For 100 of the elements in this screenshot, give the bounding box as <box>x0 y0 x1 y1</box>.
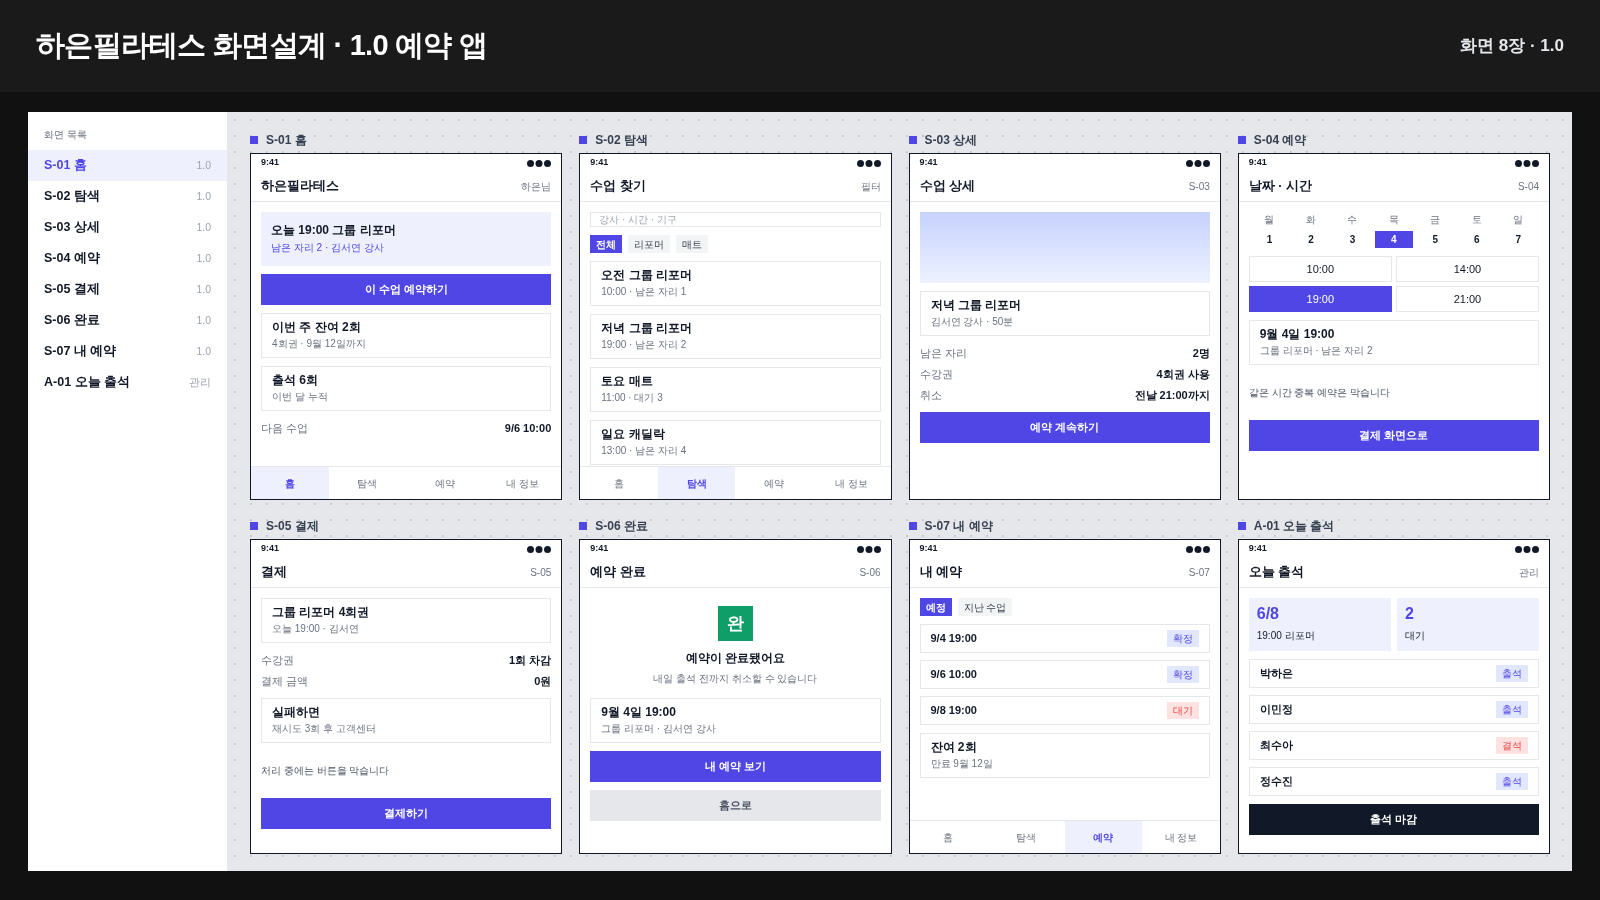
square-icon <box>908 521 917 530</box>
item-label: S-02 탐색 <box>44 188 100 206</box>
search-field[interactable]: 강사 · 시간 · 기구 <box>590 212 881 227</box>
page-meta: 화면 8장 · 1.0 <box>1460 35 1564 58</box>
status-time: 9:41 <box>1248 542 1267 556</box>
status-tag: 출석 <box>1496 665 1528 682</box>
screen-title: 수업 상세 <box>919 178 975 196</box>
note-text: 처리 중에는 버튼을 막습니다 <box>261 764 391 778</box>
list-row[interactable]: 9/6 10:00 확정 <box>919 660 1210 689</box>
time-slot[interactable]: 10:00 <box>1248 256 1392 282</box>
list-row[interactable]: 최수아 결석 <box>1248 731 1539 760</box>
date-cell[interactable]: 7 <box>1499 231 1538 248</box>
time-slot[interactable]: 14:00 <box>1395 256 1539 282</box>
tab-item[interactable]: 예약 <box>1064 821 1143 853</box>
action-button[interactable]: 홈으로 <box>590 790 881 821</box>
tab-item[interactable]: 홈 <box>909 821 988 853</box>
square-icon <box>250 135 258 144</box>
filter-chip[interactable]: 리포머 <box>628 235 671 253</box>
card-subtitle: 10:00 · 남은 자리 1 <box>601 286 688 299</box>
success-title: 예약이 완료됐어요 <box>685 650 786 667</box>
item-label: S-01 홈 <box>44 157 87 175</box>
square-icon <box>1237 521 1246 530</box>
status-time: 9:41 <box>919 156 938 170</box>
header-action[interactable]: S-04 <box>1517 179 1539 194</box>
date-cell[interactable]: 2 <box>1291 231 1330 248</box>
date-cell[interactable]: 1 <box>1250 231 1289 248</box>
header-action[interactable]: S-06 <box>859 565 881 580</box>
header-action[interactable]: 관리 <box>1519 565 1539 580</box>
date-cell[interactable]: 6 <box>1457 231 1496 248</box>
sidebar-item[interactable]: S-06 완료 1.0 <box>28 305 227 336</box>
detail-label: 남은 자리 <box>919 346 967 360</box>
header-action[interactable]: 하은님 <box>521 179 552 194</box>
sidebar-item[interactable]: S-05 결제 1.0 <box>28 274 227 305</box>
date-cell[interactable]: 4 <box>1374 231 1413 248</box>
dots-icon <box>527 159 552 167</box>
row-label: 9/6 10:00 <box>930 667 977 683</box>
screen-label: S-04 예약 <box>1253 133 1307 146</box>
time-slot[interactable]: 19:00 <box>1248 286 1392 312</box>
header-action[interactable]: S-05 <box>530 565 552 580</box>
sidebar-item[interactable]: S-03 상세 1.0 <box>28 212 227 243</box>
tab-item[interactable]: 탐색 <box>987 821 1065 853</box>
list-row[interactable]: 9/8 19:00 대기 <box>919 696 1210 725</box>
action-button[interactable]: 예약 계속하기 <box>919 412 1210 443</box>
item-label: S-07 내 예약 <box>44 343 117 361</box>
tab-item[interactable]: 내 정보 <box>812 467 891 499</box>
list-row[interactable]: 이민정 출석 <box>1248 695 1539 724</box>
sidebar-item[interactable]: S-04 예약 1.0 <box>28 243 227 274</box>
filter-chip[interactable]: 매트 <box>676 235 709 253</box>
tab-item[interactable]: 내 정보 <box>1142 821 1220 853</box>
screen-title: 하은필라테스 <box>261 178 339 196</box>
screen-label: S-01 홈 <box>266 133 307 146</box>
header-action[interactable]: S-07 <box>1188 565 1210 580</box>
date-cell[interactable]: 3 <box>1333 231 1372 248</box>
sidebar-item[interactable]: S-07 내 예약 1.0 <box>28 336 227 367</box>
screen-title: 수업 찾기 <box>590 178 646 196</box>
action-button[interactable]: 내 예약 보기 <box>590 751 881 782</box>
filter-chip[interactable]: 지난 수업 <box>957 598 1013 616</box>
header-action[interactable]: 필터 <box>860 179 881 194</box>
sidebar-item[interactable]: S-01 홈 1.0 <box>28 150 227 181</box>
tab-item[interactable]: 홈 <box>580 467 658 499</box>
status-time: 9:41 <box>1248 156 1267 170</box>
item-version: 1.0 <box>196 188 211 204</box>
action-button[interactable]: 이 수업 예약하기 <box>261 274 552 305</box>
action-button[interactable]: 출석 마감 <box>1248 804 1539 835</box>
screen-title: 예약 완료 <box>590 564 646 582</box>
screen-label: A-01 오늘 출석 <box>1253 519 1335 532</box>
page-title: 하은필라테스 화면설계 · 1.0 예약 앱 <box>36 28 488 64</box>
action-button[interactable]: 결제 화면으로 <box>1248 420 1539 451</box>
tab-item[interactable]: 탐색 <box>328 467 407 499</box>
sidebar-item[interactable]: S-02 탐색 1.0 <box>28 181 227 212</box>
header-action[interactable]: S-03 <box>1188 179 1210 194</box>
row-label: 박하은 <box>1259 666 1293 682</box>
list-row[interactable]: 정수진 출석 <box>1248 767 1539 796</box>
sidebar-item[interactable]: A-01 오늘 출석 관리 <box>28 367 227 398</box>
tab-item[interactable]: 예약 <box>735 467 813 499</box>
filter-chip[interactable]: 전체 <box>590 235 623 253</box>
note-text: 같은 시간 중복 예약은 막습니다 <box>1248 386 1391 400</box>
screen-label: S-06 완료 <box>595 519 648 532</box>
action-button[interactable]: 결제하기 <box>261 798 552 829</box>
status-tag: 확정 <box>1166 666 1199 683</box>
item-version: 1.0 <box>196 281 211 297</box>
screen-title: 내 예약 <box>919 564 962 582</box>
tab-item[interactable]: 탐색 <box>657 467 736 499</box>
tab-item[interactable]: 예약 <box>406 467 484 499</box>
card-title: 저녁 그룹 리포머 <box>601 321 693 337</box>
list-row[interactable]: 9/4 19:00 확정 <box>919 624 1210 653</box>
date-cell[interactable]: 5 <box>1416 231 1455 248</box>
tab-item[interactable]: 홈 <box>251 467 329 499</box>
status-tag: 출석 <box>1496 701 1528 718</box>
weekday-label: 토 <box>1470 213 1483 227</box>
list-row[interactable]: 박하은 출석 <box>1248 659 1539 688</box>
stat-value: 2 <box>1404 606 1415 622</box>
filter-chip[interactable]: 예정 <box>919 598 952 616</box>
tab-item[interactable]: 내 정보 <box>483 467 562 499</box>
card-subtitle: 오늘 19:00 · 김서연 <box>272 623 360 636</box>
item-label: S-06 완료 <box>44 312 100 330</box>
status-tag: 대기 <box>1166 702 1199 719</box>
row-label: 9/4 19:00 <box>930 631 977 647</box>
card-title: 9월 4일 19:00 <box>601 705 677 721</box>
time-slot[interactable]: 21:00 <box>1395 286 1539 312</box>
